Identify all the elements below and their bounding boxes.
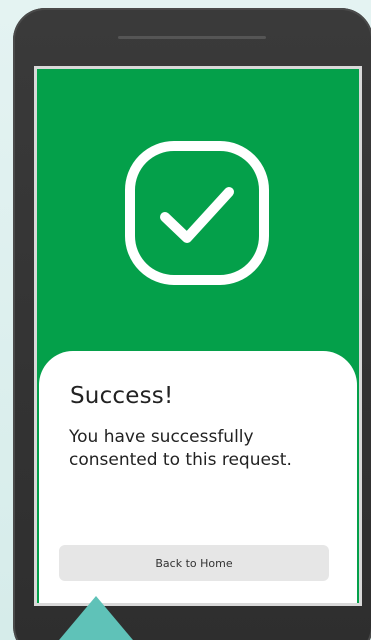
phone-screen: Success! You have successfully consented… xyxy=(34,66,362,606)
success-card: Success! You have successfully consented… xyxy=(39,351,357,603)
success-title: Success! xyxy=(70,383,174,409)
success-message: You have successfully consented to this … xyxy=(69,427,292,470)
stage: Success! You have successfully consented… xyxy=(0,0,371,640)
checkmark-icon xyxy=(121,137,273,289)
pointer-triangle xyxy=(54,596,138,640)
phone-speaker xyxy=(118,36,266,39)
phone-frame: Success! You have successfully consented… xyxy=(13,8,371,640)
back-to-home-button[interactable]: Back to Home xyxy=(59,545,329,581)
